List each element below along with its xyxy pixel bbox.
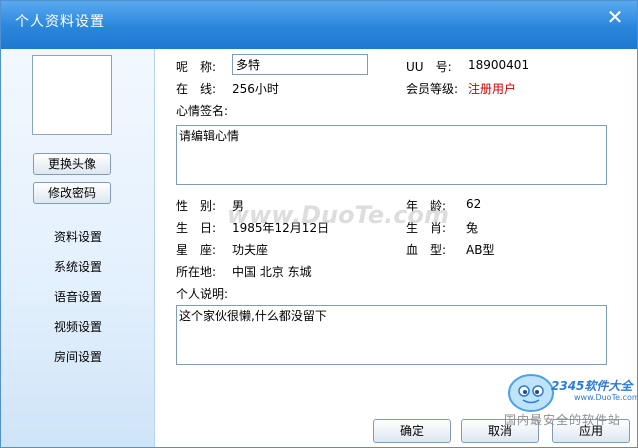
uu-value: 18900401 xyxy=(468,58,530,72)
sidebar: 更换头像 修改密码 资料设置 系统设置 语音设置 视频设置 房间设置 xyxy=(1,49,155,447)
profile-settings-window: 个人资料设置 ✕ 更换头像 修改密码 资料设置 系统设置 语音设置 视频设置 房… xyxy=(0,0,638,448)
uu-label: UU 号: xyxy=(406,60,452,74)
close-icon[interactable]: ✕ xyxy=(605,7,625,27)
mood-label: 心情签名: xyxy=(176,104,229,118)
sidebar-item-voice[interactable]: 语音设置 xyxy=(1,288,155,306)
bio-label: 个人说明: xyxy=(176,287,229,301)
change-password-button[interactable]: 修改密码 xyxy=(33,182,111,204)
online-label: 在 线: xyxy=(176,82,217,96)
age-label: 年 龄: xyxy=(406,199,447,213)
ok-button[interactable]: 确定 xyxy=(373,419,451,443)
sidebar-item-room[interactable]: 房间设置 xyxy=(1,348,155,366)
bio-textarea[interactable]: 这个家伙很懒,什么都没留下 xyxy=(176,305,607,365)
change-avatar-button[interactable]: 更换头像 xyxy=(33,153,111,175)
age-value: 62 xyxy=(466,197,482,211)
title-bar[interactable]: 个人资料设置 ✕ xyxy=(1,1,637,49)
sidebar-item-system[interactable]: 系统设置 xyxy=(1,258,155,276)
avatar xyxy=(32,55,112,135)
online-value: 256小时 xyxy=(232,82,279,96)
nickname-input[interactable] xyxy=(232,54,368,75)
sidebar-item-profile[interactable]: 资料设置 xyxy=(1,228,155,246)
mood-textarea[interactable]: 请编辑心情 xyxy=(176,125,607,185)
nickname-label: 呢 称: xyxy=(176,60,217,74)
member-level-value: 注册用户 xyxy=(468,82,517,96)
logo-brand: 2345软件大全 xyxy=(551,379,633,393)
location-label: 所在地: xyxy=(176,265,217,279)
sidebar-item-video[interactable]: 视频设置 xyxy=(1,318,155,336)
gender-label: 性 别: xyxy=(176,199,217,213)
birthday-label: 生 日: xyxy=(176,221,217,235)
blood-type-value: AB型 xyxy=(466,243,495,257)
zodiac-label: 生 肖: xyxy=(406,221,447,235)
member-level-label: 会员等级: xyxy=(406,82,459,96)
location-value: 中国 北京 东城 xyxy=(232,265,312,279)
blood-type-label: 血 型: xyxy=(406,243,447,257)
logo-url: www.DuoTe.com xyxy=(574,393,638,402)
birthday-value: 1985年12月12日 xyxy=(232,221,330,235)
window-title: 个人资料设置 xyxy=(15,14,105,30)
star-sign-label: 星 座: xyxy=(176,243,217,257)
gender-value: 男 xyxy=(232,199,245,213)
logo-slogan: 国内最安全的软件站 xyxy=(504,413,622,427)
zodiac-value: 兔 xyxy=(466,221,479,235)
star-sign-value: 功夫座 xyxy=(232,243,269,257)
